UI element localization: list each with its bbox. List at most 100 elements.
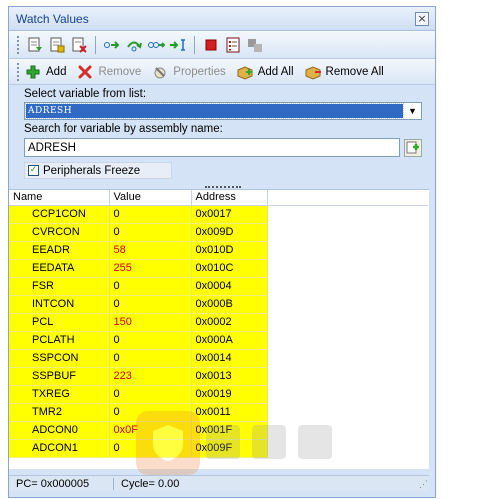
cell-name: EEADR — [9, 241, 110, 260]
cell-address: 0x009F — [191, 439, 268, 458]
splitter-handle[interactable] — [205, 186, 241, 188]
cell-value[interactable]: 0 — [109, 439, 192, 458]
peripherals-freeze-label: Peripherals Freeze — [43, 164, 141, 177]
import-icon[interactable] — [24, 35, 46, 55]
cell-filler — [267, 223, 428, 241]
cell-value[interactable]: 0 — [109, 223, 192, 242]
properties-icon — [151, 63, 169, 81]
table-row[interactable]: SSPBUF 223 0x0013 — [9, 367, 428, 386]
status-bar: PC= 0x000005 Cycle= 0.00 ⋰ — [9, 475, 429, 491]
cell-address: 0x0017 — [191, 205, 268, 224]
cell-address: 0x000B — [191, 295, 268, 314]
table-row[interactable]: SSPCON 0 0x0014 — [9, 349, 428, 368]
table-row[interactable]: CVRCON 0 0x009D — [9, 223, 428, 242]
peripherals-freeze-checkbox[interactable]: ✓ Peripherals Freeze — [24, 162, 172, 179]
table-row[interactable]: TXREG 0 0x0019 — [9, 385, 428, 404]
add-variable-icon[interactable] — [404, 138, 422, 157]
settings-disabled-icon — [244, 35, 266, 55]
cell-value[interactable]: 0 — [109, 295, 192, 314]
cell-address: 0x010C — [191, 259, 268, 278]
cell-filler — [267, 295, 428, 313]
toolbar-grip[interactable] — [17, 35, 20, 54]
cell-filler — [267, 313, 428, 331]
search-input[interactable]: ADRESH — [24, 138, 400, 157]
run-to-cursor-icon[interactable] — [167, 35, 189, 55]
table-row[interactable]: INTCON 0 0x000B — [9, 295, 428, 314]
variable-selection-panel: Select variable from list: ADRESH ▼ Sear… — [9, 85, 435, 179]
list-icon[interactable] — [222, 35, 244, 55]
add-all-button[interactable]: Add All — [236, 63, 294, 81]
cell-name: INTCON — [9, 295, 110, 314]
export-icon[interactable] — [46, 35, 68, 55]
cell-address: 0x0004 — [191, 277, 268, 296]
column-header-value[interactable]: Value — [109, 190, 192, 206]
cell-address: 0x0019 — [191, 385, 268, 404]
properties-button[interactable]: Properties — [151, 63, 226, 81]
cell-value[interactable]: 255 — [109, 259, 192, 278]
remove-button[interactable]: Remove — [76, 63, 141, 81]
properties-label: Properties — [173, 65, 226, 78]
column-header-address[interactable]: Address — [191, 190, 268, 206]
checkbox-check-icon[interactable]: ✓ — [28, 165, 39, 176]
watch-table: Name Value Address CCP1CON 0 0x0017 CVRCON 0… — [9, 190, 428, 458]
cell-filler — [267, 241, 428, 259]
cell-value[interactable]: 0 — [109, 331, 192, 350]
cell-value[interactable]: 0 — [109, 205, 192, 224]
resize-grip-icon[interactable]: ⋰ — [419, 479, 428, 490]
table-row[interactable]: CCP1CON 0 0x0017 — [9, 205, 428, 224]
table-row[interactable]: ADCON0 0x0F 0x001F — [9, 421, 428, 440]
column-header-name[interactable]: Name — [9, 190, 110, 206]
toolbar-separator — [194, 35, 195, 54]
cell-address: 0x0002 — [191, 313, 268, 332]
cell-address: 0x0011 — [191, 403, 268, 422]
cell-value[interactable]: 0 — [109, 349, 192, 368]
table-row[interactable]: FSR 0 0x0004 — [9, 277, 428, 296]
cell-value[interactable]: 0 — [109, 277, 192, 296]
chevron-down-icon[interactable]: ▼ — [404, 103, 421, 119]
table-row[interactable]: ADCON1 0 0x009F — [9, 439, 428, 458]
cell-filler — [267, 205, 428, 223]
table-row[interactable]: PCLATH 0 0x000A — [9, 331, 428, 350]
toolbar-grip[interactable] — [17, 62, 20, 81]
variable-dropdown-value: ADRESH — [25, 103, 404, 119]
variable-dropdown[interactable]: ADRESH ▼ — [24, 102, 422, 120]
table-header-row: Name Value Address — [9, 190, 428, 206]
cell-filler — [267, 385, 428, 403]
search-row: ADRESH — [24, 138, 428, 157]
cell-name: CCP1CON — [9, 205, 110, 224]
cell-value[interactable]: 223 — [109, 367, 192, 386]
table-row[interactable]: EEDATA 255 0x010C — [9, 259, 428, 278]
select-variable-label: Select variable from list: — [24, 88, 147, 100]
remove-all-button[interactable]: Remove All — [304, 63, 384, 81]
cell-name: SSPBUF — [9, 367, 110, 386]
cell-value[interactable]: 0 — [109, 403, 192, 422]
cell-address: 0x0014 — [191, 349, 268, 368]
delete-watch-icon[interactable] — [68, 35, 90, 55]
cell-value[interactable]: 58 — [109, 241, 192, 260]
step-over-icon[interactable] — [123, 35, 145, 55]
cell-value[interactable]: 0 — [109, 385, 192, 404]
window-title: Watch Values — [16, 11, 89, 26]
cycle-counter: Cycle= 0.00 — [121, 477, 180, 490]
cell-filler — [267, 331, 428, 349]
cell-value[interactable]: 150 — [109, 313, 192, 332]
program-counter: PC= 0x000005 — [9, 477, 114, 490]
table-row[interactable]: PCL 150 0x0002 — [9, 313, 428, 332]
step-into-icon[interactable] — [101, 35, 123, 55]
add-all-icon — [236, 63, 254, 81]
title-bar: Watch Values × — [9, 7, 435, 31]
cell-filler — [267, 259, 428, 277]
step-out-icon[interactable] — [145, 35, 167, 55]
cell-value[interactable]: 0x0F — [109, 421, 192, 440]
remove-label: Remove — [98, 65, 142, 78]
add-all-label: Add All — [257, 65, 294, 78]
table-row[interactable]: EEADR 58 0x010D — [9, 241, 428, 260]
watch-grid: Name Value Address CCP1CON 0 0x0017 CVRCON 0… — [9, 186, 429, 475]
table-row[interactable]: TMR2 0 0x0011 — [9, 403, 428, 422]
cell-filler — [267, 439, 428, 457]
close-button[interactable]: × — [415, 11, 429, 26]
stop-icon[interactable] — [200, 35, 222, 55]
cell-name: CVRCON — [9, 223, 110, 242]
search-variable-label: Search for variable by assembly name: — [24, 123, 223, 135]
add-button[interactable]: Add — [24, 63, 66, 81]
